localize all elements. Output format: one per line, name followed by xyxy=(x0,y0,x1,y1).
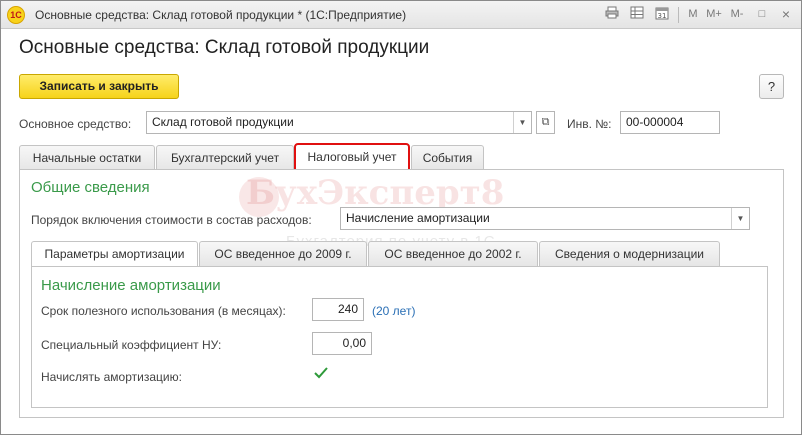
tab-events[interactable]: События xyxy=(411,145,484,170)
asset-label: Основное средство: xyxy=(19,117,132,131)
subtab-depreciation-params[interactable]: Параметры амортизации xyxy=(31,241,198,267)
subtab-before-2009[interactable]: ОС введенное до 2009 г. xyxy=(199,241,367,266)
checkmark-icon xyxy=(314,367,328,379)
page-title: Основные средства: Склад готовой продукц… xyxy=(19,37,430,58)
tab-accounting[interactable]: Бухгалтерский учет xyxy=(156,145,294,170)
open-link-icon[interactable]: ⧉ xyxy=(536,111,555,134)
help-button[interactable]: ? xyxy=(759,74,784,99)
accrue-depreciation-label: Начислять амортизацию: xyxy=(41,370,182,384)
svg-text:31: 31 xyxy=(658,12,667,20)
window-title: Основные средства: Склад готовой продукц… xyxy=(35,8,407,22)
tab-tax-accounting[interactable]: Налоговый учет xyxy=(294,143,410,171)
chevron-down-icon[interactable]: ▼ xyxy=(731,208,749,229)
subtab-modernization[interactable]: Сведения о модернизации xyxy=(539,241,720,266)
useful-life-input[interactable]: 240 xyxy=(312,298,364,321)
special-coefficient-input[interactable]: 0,00 xyxy=(312,332,372,355)
memory-icon[interactable]: M xyxy=(684,6,702,23)
memory-add-icon[interactable]: M+ xyxy=(705,6,723,23)
cost-order-label: Порядок включения стоимости в состав рас… xyxy=(31,213,312,227)
app-window: 1С Основные средства: Склад готовой прод… xyxy=(0,0,802,435)
maximize-icon[interactable]: □ xyxy=(753,6,771,23)
inventory-number-field[interactable]: 00-000004 xyxy=(620,111,720,134)
useful-life-years-hint: (20 лет) xyxy=(372,304,416,318)
inventory-number-value: 00-000004 xyxy=(626,115,684,129)
asset-field[interactable]: Склад готовой продукции ▼ xyxy=(146,111,532,134)
table-icon[interactable] xyxy=(628,6,646,23)
chevron-down-icon[interactable]: ▼ xyxy=(513,112,531,133)
toolbar-divider xyxy=(678,7,679,23)
asset-value: Склад готовой продукции xyxy=(152,115,294,129)
memory-subtract-icon[interactable]: M- xyxy=(728,6,746,23)
useful-life-label: Срок полезного использования (в месяцах)… xyxy=(41,304,286,318)
depreciation-section-title: Начисление амортизации xyxy=(41,277,221,294)
cost-order-select[interactable]: Начисление амортизации ▼ xyxy=(340,207,750,230)
inventory-number-label: Инв. №: xyxy=(567,117,612,131)
special-coefficient-label: Специальный коэффициент НУ: xyxy=(41,338,222,352)
accrue-depreciation-checkbox[interactable] xyxy=(312,365,330,383)
calendar-icon[interactable]: 31 xyxy=(653,6,671,23)
cost-order-value: Начисление амортизации xyxy=(346,211,490,225)
close-icon[interactable]: × xyxy=(777,6,795,23)
subtab-before-2002[interactable]: ОС введенное до 2002 г. xyxy=(368,241,538,266)
app-logo-icon: 1С xyxy=(7,6,25,24)
print-icon[interactable] xyxy=(603,6,621,23)
general-info-title: Общие сведения xyxy=(31,179,150,196)
title-bar: 1С Основные средства: Склад готовой прод… xyxy=(1,1,801,29)
save-and-close-button[interactable]: Записать и закрыть xyxy=(19,74,179,99)
tab-initial-balances[interactable]: Начальные остатки xyxy=(19,145,155,170)
